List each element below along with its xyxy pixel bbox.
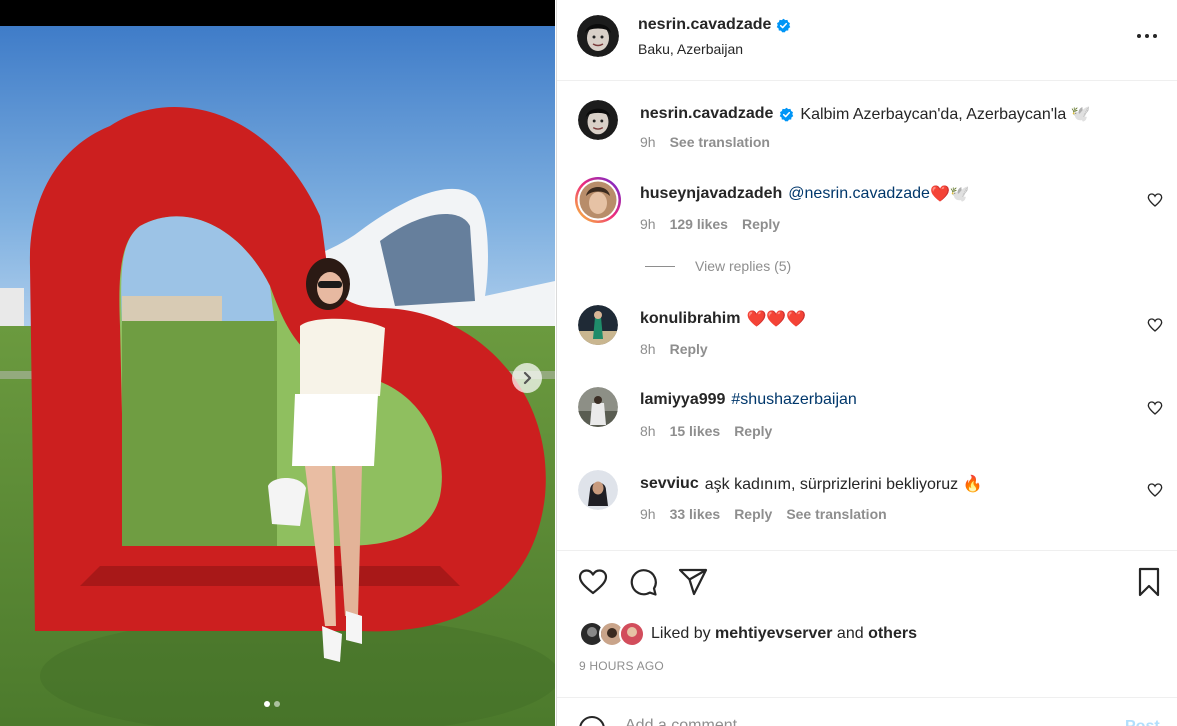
avatar-icon	[577, 15, 619, 57]
media-top-bar	[0, 0, 555, 26]
post-timestamp[interactable]: 9 HOURS AGO	[579, 659, 664, 673]
comment-username[interactable]: konulibrahim	[640, 310, 740, 328]
chevron-right-icon	[523, 371, 532, 385]
comment-meta: 9h 33 likes Reply See translation	[640, 506, 887, 522]
comment-text: ❤️❤️❤️	[746, 311, 807, 328]
comment-text: aşk kadınım, sürprizlerini bekliyoruz 🔥	[704, 476, 983, 493]
comment-mention[interactable]: @nesrin.cavadzade	[788, 185, 930, 203]
like-comment-heart-icon[interactable]	[1147, 400, 1163, 416]
reply-button[interactable]: Reply	[742, 216, 780, 232]
reply-button[interactable]: Reply	[670, 341, 708, 357]
author-avatar[interactable]	[577, 15, 619, 57]
carousel-dot	[274, 701, 280, 707]
comment-meta: 9h 129 likes Reply	[640, 216, 780, 232]
comment-time[interactable]: 8h	[640, 341, 656, 357]
comment-time[interactable]: 9h	[640, 506, 656, 522]
liked-by-prefix: Liked by	[651, 625, 716, 642]
post-header: nesrin.cavadzade Baku, Azerbaijan	[557, 0, 1177, 81]
post-media	[0, 0, 555, 726]
liked-by-row: Liked by mehtiyevserver and others	[579, 620, 917, 648]
caption-author-avatar[interactable]	[578, 100, 618, 140]
comment-meta: 8h Reply	[640, 341, 708, 357]
like-heart-icon[interactable]	[577, 566, 609, 598]
avatar-icon	[578, 470, 618, 510]
share-send-icon[interactable]	[677, 566, 709, 598]
liker-avatar-stack[interactable]	[579, 620, 645, 648]
comment-line: konulibrahim ❤️❤️❤️	[640, 309, 806, 329]
commenter-avatar[interactable]	[578, 387, 618, 427]
comment-line: huseynjavadzadeh @nesrin.cavadzade ❤️🕊️	[640, 184, 970, 204]
avatar-icon	[578, 305, 618, 345]
more-options-icon[interactable]	[1135, 26, 1159, 46]
carousel-indicator	[264, 701, 280, 707]
view-replies-button[interactable]: View replies (5)	[645, 258, 791, 274]
comment-likes[interactable]: 15 likes	[670, 423, 721, 439]
add-comment-input[interactable]	[625, 717, 1105, 726]
section-divider	[557, 550, 1177, 551]
avatar-icon	[575, 177, 621, 223]
comment-likes[interactable]: 129 likes	[670, 216, 728, 232]
comment-bubble-icon[interactable]	[627, 566, 659, 598]
emoji-icon[interactable]	[578, 715, 606, 726]
like-comment-heart-icon[interactable]	[1147, 482, 1163, 498]
comment-username[interactable]: lamiyya999	[640, 391, 725, 409]
comment-hashtag[interactable]: #shushazerbaijan	[731, 391, 856, 409]
comment-likes[interactable]: 33 likes	[670, 506, 721, 522]
comment-text: ❤️🕊️	[929, 186, 970, 203]
comment-time[interactable]: 9h	[640, 216, 656, 232]
post-comment-button[interactable]: Post	[1125, 718, 1160, 726]
liked-by-others[interactable]: others	[868, 625, 917, 643]
reply-button[interactable]: Reply	[734, 506, 772, 522]
comment-username[interactable]: huseynjavadzadeh	[640, 185, 782, 203]
post-action-bar	[557, 566, 1177, 602]
commenter-avatar[interactable]	[578, 470, 618, 510]
save-bookmark-icon[interactable]	[1133, 566, 1165, 598]
liked-by-middle: and	[832, 625, 869, 642]
post-location[interactable]: Baku, Azerbaijan	[638, 41, 743, 57]
author-username-row[interactable]: nesrin.cavadzade	[638, 16, 791, 34]
like-comment-heart-icon[interactable]	[1147, 317, 1163, 333]
caption-time[interactable]: 9h	[640, 134, 656, 150]
verified-badge-icon	[780, 107, 794, 121]
liker-avatar	[619, 621, 645, 647]
caption-username[interactable]: nesrin.cavadzade	[640, 105, 773, 123]
commenter-avatar[interactable]	[578, 305, 618, 345]
see-translation-button[interactable]: See translation	[786, 506, 886, 522]
carousel-next-button[interactable]	[512, 363, 542, 393]
post-photo[interactable]	[0, 26, 555, 726]
add-comment-row: Post	[557, 697, 1177, 726]
comment-meta: 8h 15 likes Reply	[640, 423, 772, 439]
liked-by-user[interactable]: mehtiyevserver	[715, 625, 832, 643]
comment-time[interactable]: 8h	[640, 423, 656, 439]
caption-meta: 9h See translation	[640, 134, 770, 150]
like-comment-heart-icon[interactable]	[1147, 192, 1163, 208]
caption-line: nesrin.cavadzade Kalbim Azerbaycan'da, A…	[640, 104, 1091, 124]
avatar-icon	[578, 387, 618, 427]
comment-line: sevviuc aşk kadınım, sürprizlerini bekli…	[640, 474, 983, 494]
see-translation-button[interactable]: See translation	[670, 134, 770, 150]
reply-button[interactable]: Reply	[734, 423, 772, 439]
verified-badge-icon	[777, 18, 791, 32]
author-username[interactable]: nesrin.cavadzade	[638, 16, 771, 34]
avatar-icon	[621, 623, 643, 645]
post-side-panel: nesrin.cavadzade Baku, Azerbaijan nesrin…	[556, 0, 1177, 726]
avatar-icon	[578, 100, 618, 140]
comment-line: lamiyya999 #shushazerbaijan	[640, 391, 857, 409]
caption-text: Kalbim Azerbaycan'da, Azerbaycan'la 🕊️	[800, 106, 1091, 123]
view-replies-label[interactable]: View replies (5)	[695, 258, 791, 274]
comment-username[interactable]: sevviuc	[640, 475, 699, 493]
view-replies-rule	[645, 265, 675, 267]
carousel-dot-active	[264, 701, 270, 707]
photo-illustration	[0, 26, 555, 726]
commenter-avatar[interactable]	[574, 176, 622, 224]
